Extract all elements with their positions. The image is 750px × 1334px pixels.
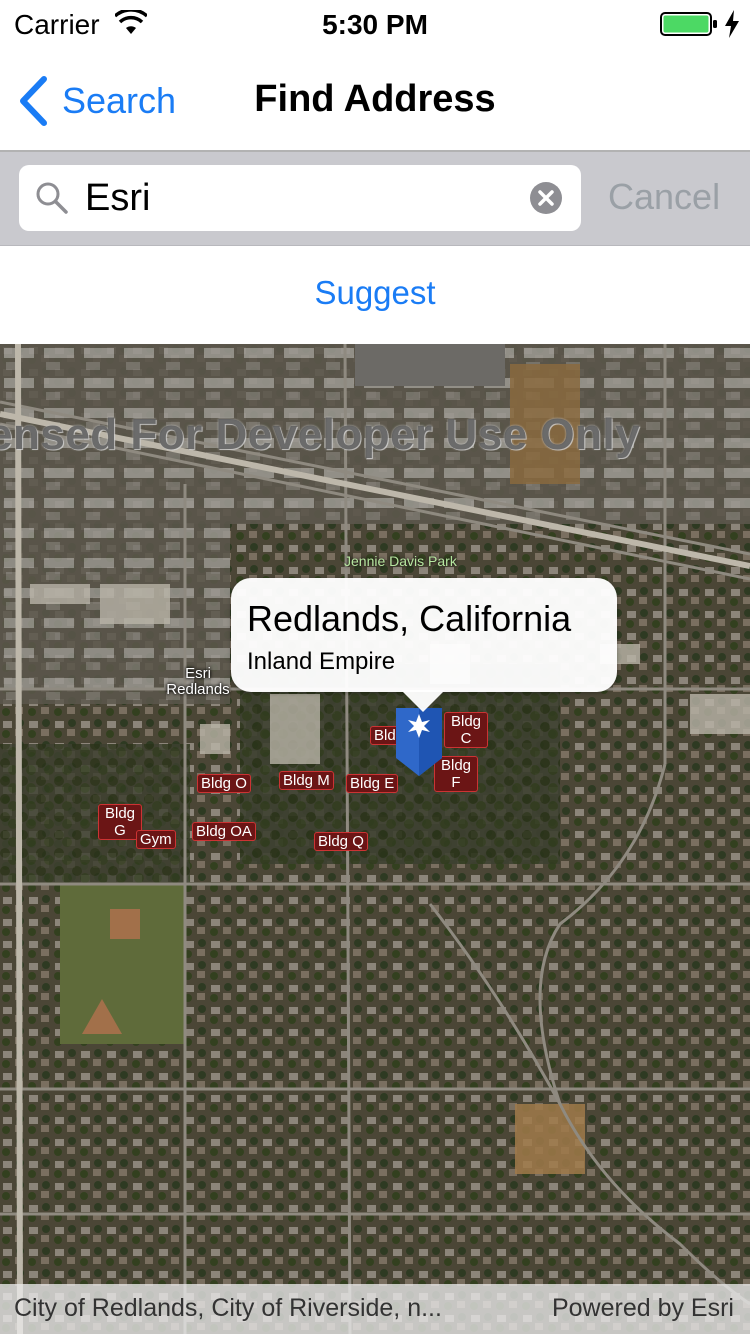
building-label: Bldg M — [279, 771, 334, 790]
status-bar: Carrier 5:30 PM — [0, 0, 750, 48]
attribution-bar: City of Redlands, City of Riverside, n..… — [0, 1284, 750, 1334]
callout-detail: Inland Empire — [247, 648, 396, 675]
map-view[interactable]: ensed For Developer Use Only Jennie Davi… — [0, 344, 750, 1334]
search-icon — [36, 182, 68, 214]
location-callout[interactable]: Redlands, California Inland Empire — [231, 578, 617, 712]
building-label: Bldg OA — [192, 822, 256, 841]
status-time: 5:30 PM — [322, 9, 428, 40]
powered-by-esri: Powered by Esri — [551, 1294, 734, 1322]
suggest-row: Suggest — [0, 246, 750, 344]
search-bar: Cancel — [0, 152, 750, 246]
find-address-screen: Carrier 5:30 PM Search Find Address Esri… — [0, 0, 750, 1334]
clear-text-icon[interactable] — [529, 181, 563, 215]
esri-redlands-label: Esri Redlands — [166, 665, 230, 698]
building-label: Bldg E — [346, 774, 399, 793]
battery-icon — [660, 12, 717, 36]
building-label: Bldg C — [444, 712, 488, 748]
search-input[interactable] — [85, 173, 515, 223]
location-pin-icon[interactable] — [396, 706, 442, 776]
park-label: Jennie Davis Park — [344, 553, 457, 569]
building-label: Bldg Q — [314, 832, 368, 851]
callout-title: Redlands, California — [247, 598, 572, 639]
charging-bolt-icon — [725, 10, 739, 38]
page-title: Find Address — [254, 78, 496, 120]
navigation-bar: Search Find Address — [0, 48, 750, 152]
building-label: Gym — [136, 830, 176, 849]
attribution-text[interactable]: City of Redlands, City of Riverside, n..… — [14, 1294, 442, 1323]
building-label: Bldg O — [197, 774, 251, 793]
callout-pointer — [401, 690, 445, 712]
cancel-button[interactable]: Cancel — [608, 176, 720, 218]
suggest-button[interactable]: Suggest — [0, 274, 750, 312]
search-field[interactable] — [19, 165, 581, 231]
map-watermark: ensed For Developer Use Only — [0, 410, 641, 459]
